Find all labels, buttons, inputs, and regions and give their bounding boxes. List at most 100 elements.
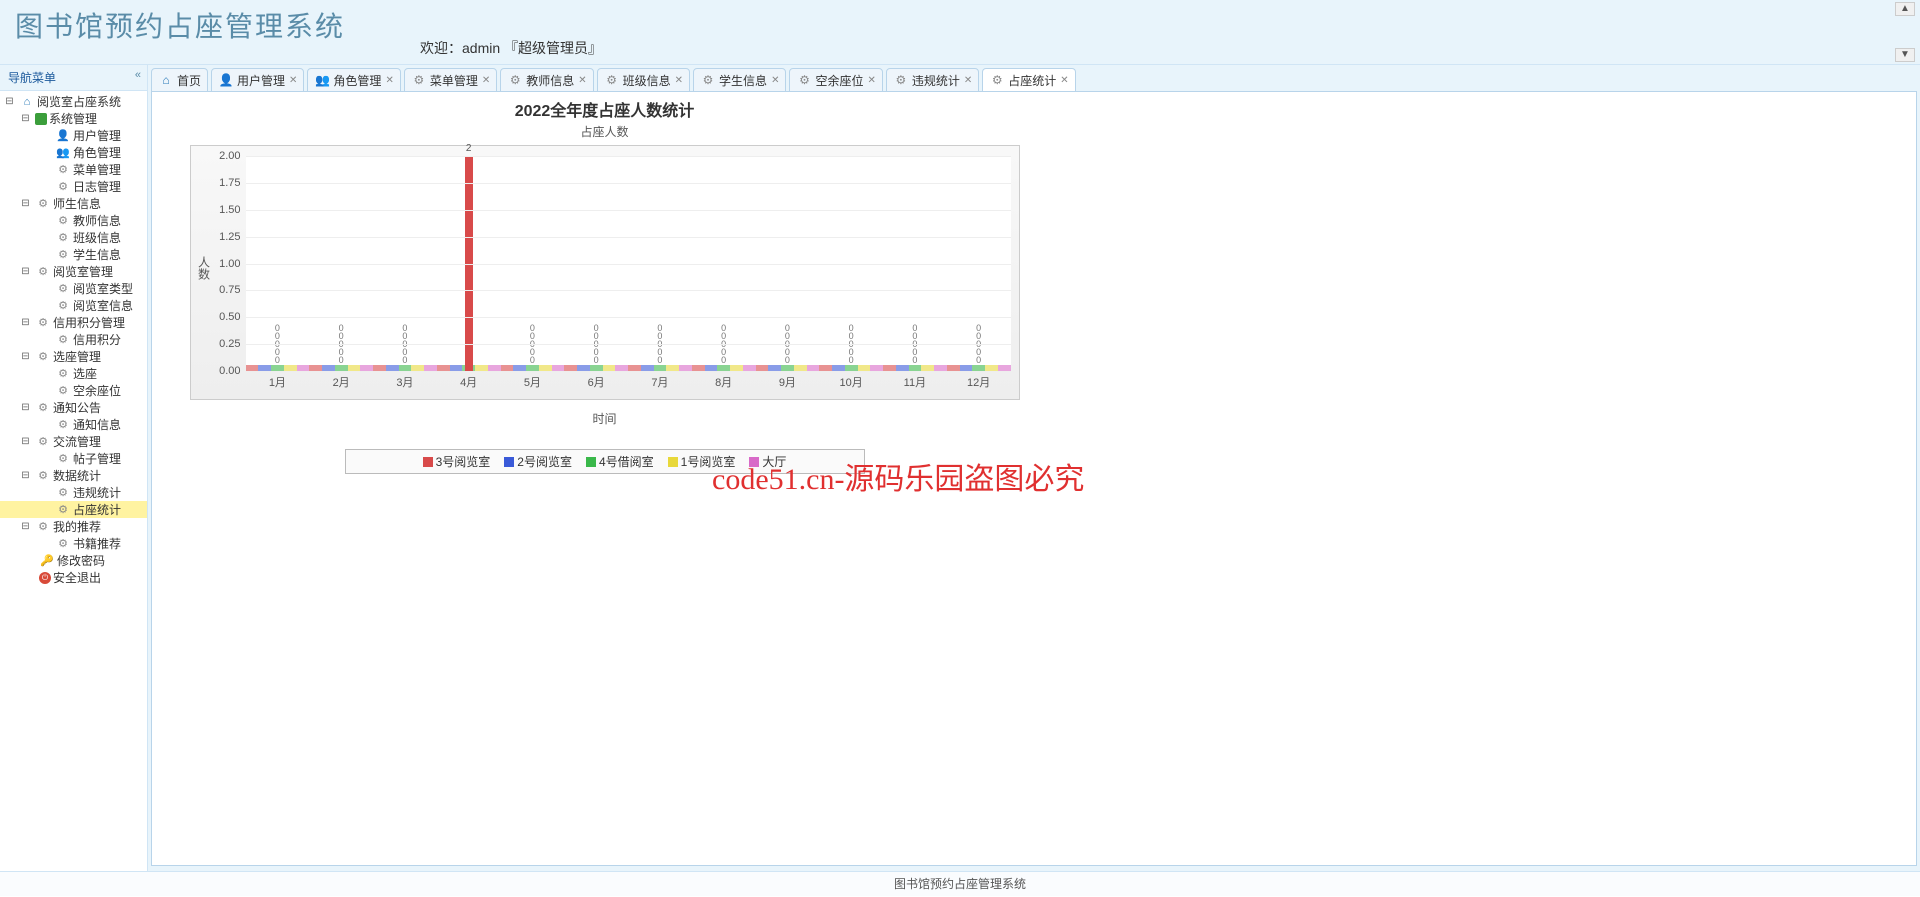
header-collapse-up-icon[interactable]: ▲ — [1895, 2, 1915, 16]
zero-label: 0 — [849, 323, 854, 333]
tree-group-3[interactable]: ⊟⚙信用积分管理 — [0, 314, 147, 331]
legend-item[interactable]: 4号借阅室 — [586, 453, 654, 470]
legend-item[interactable]: 2号阅览室 — [504, 453, 572, 470]
tree-item-3-0[interactable]: ⚙信用积分 — [0, 331, 147, 348]
legend-item[interactable]: 3号阅览室 — [423, 453, 491, 470]
tree-root[interactable]: ⊟⌂阅览室占座系统 — [0, 93, 147, 110]
gridline — [246, 371, 1011, 372]
tree-item-0-0[interactable]: 👤用户管理 — [0, 127, 147, 144]
tree-group-8[interactable]: ⊟⚙我的推荐 — [0, 518, 147, 535]
tree-group-7[interactable]: ⊟⚙数据统计 — [0, 467, 147, 484]
legend-label: 3号阅览室 — [436, 453, 491, 470]
tree-group-6[interactable]: ⊟⚙交流管理 — [0, 433, 147, 450]
close-icon[interactable]: ✕ — [1060, 75, 1068, 86]
tree-toggle-icon[interactable]: ⊟ — [18, 521, 33, 532]
tab-7[interactable]: ⚙空余座位✕ — [789, 68, 882, 92]
gear-icon: ⚙ — [35, 264, 51, 280]
tree-toggle-icon[interactable]: ⊟ — [18, 402, 33, 413]
tree-label: 安全退出 — [53, 569, 101, 586]
tree-item-0-3[interactable]: ⚙日志管理 — [0, 178, 147, 195]
tree-toggle-icon[interactable]: ⊟ — [18, 436, 33, 447]
tree-label: 交流管理 — [53, 433, 101, 450]
legend-swatch — [586, 457, 596, 467]
tab-4[interactable]: ⚙教师信息✕ — [500, 68, 593, 92]
gear-icon: ⚙ — [411, 72, 427, 88]
tree-item-1-0[interactable]: ⚙教师信息 — [0, 212, 147, 229]
tree-logout[interactable]: ⏻安全退出 — [0, 569, 147, 586]
zero-label: 0 — [275, 323, 280, 333]
close-icon[interactable]: ✕ — [964, 75, 972, 86]
tree-group-4[interactable]: ⊟⚙选座管理 — [0, 348, 147, 365]
tab-0[interactable]: ⌂首页 — [151, 68, 208, 92]
bar-value-label: 2 — [466, 143, 472, 154]
tree-toggle-icon[interactable]: ⊟ — [18, 198, 33, 209]
xtick-label: 6月 — [564, 374, 628, 390]
tree-label: 角色管理 — [73, 144, 121, 161]
tree-label: 阅览室占座系统 — [37, 93, 121, 110]
tree-group-2[interactable]: ⊟⚙阅览室管理 — [0, 263, 147, 280]
close-icon[interactable]: ✕ — [675, 75, 683, 86]
tab-8[interactable]: ⚙违规统计✕ — [886, 68, 979, 92]
tree-group-5[interactable]: ⊟⚙通知公告 — [0, 399, 147, 416]
tree-item-2-1[interactable]: ⚙阅览室信息 — [0, 297, 147, 314]
tab-label: 违规统计 — [912, 72, 960, 89]
tree-toggle-icon[interactable]: ⊟ — [18, 113, 33, 124]
tree-item-0-1[interactable]: 👥角色管理 — [0, 144, 147, 161]
tab-1[interactable]: 👤用户管理✕ — [211, 68, 304, 92]
tab-5[interactable]: ⚙班级信息✕ — [597, 68, 690, 92]
close-icon[interactable]: ✕ — [482, 75, 490, 86]
close-icon[interactable]: ✕ — [867, 75, 875, 86]
tree-item-4-1[interactable]: ⚙空余座位 — [0, 382, 147, 399]
chart-title: 2022全年度占座人数统计 — [162, 97, 1047, 121]
header-collapse-down-icon[interactable]: ▼ — [1895, 48, 1915, 62]
tree-item-1-2[interactable]: ⚙学生信息 — [0, 246, 147, 263]
tree-item-1-1[interactable]: ⚙班级信息 — [0, 229, 147, 246]
tab-9[interactable]: ⚙占座统计✕ — [982, 68, 1075, 92]
close-icon[interactable]: ✕ — [771, 75, 779, 86]
tree-toggle-icon[interactable]: ⊟ — [18, 266, 33, 277]
tab-label: 教师信息 — [526, 72, 574, 89]
tree-group-1[interactable]: ⊟⚙师生信息 — [0, 195, 147, 212]
tree-label: 数据统计 — [53, 467, 101, 484]
tree-item-7-1[interactable]: ⚙占座统计 — [0, 501, 147, 518]
tree-item-7-0[interactable]: ⚙违规统计 — [0, 484, 147, 501]
tree-item-0-2[interactable]: ⚙菜单管理 — [0, 161, 147, 178]
tab-2[interactable]: 👥角色管理✕ — [307, 68, 400, 92]
gear-icon: ⚙ — [55, 485, 71, 501]
tree-item-6-0[interactable]: ⚙帖子管理 — [0, 450, 147, 467]
gear-icon: ⚙ — [989, 72, 1005, 88]
chart-subtitle: 占座人数 — [162, 123, 1047, 140]
tree-label: 违规统计 — [73, 484, 121, 501]
tree-group-0[interactable]: ⊟系统管理 — [0, 110, 147, 127]
tab-6[interactable]: ⚙学生信息✕ — [693, 68, 786, 92]
chart-xlabel: 时间 — [162, 410, 1047, 427]
tab-3[interactable]: ⚙菜单管理✕ — [404, 68, 497, 92]
sidebar-title: 导航菜单 — [8, 71, 56, 85]
gear-icon: ⚙ — [55, 536, 71, 552]
tree-item-5-0[interactable]: ⚙通知信息 — [0, 416, 147, 433]
zero-label: 0 — [785, 323, 790, 333]
tree-label: 阅览室管理 — [53, 263, 113, 280]
tree-toggle-icon[interactable]: ⊟ — [18, 470, 33, 481]
role-icon: 👥 — [55, 145, 71, 161]
tree-toggle-icon[interactable]: ⊟ — [2, 96, 17, 107]
close-icon[interactable]: ✕ — [289, 75, 297, 86]
gridline — [246, 264, 1011, 265]
tree-toggle-icon[interactable]: ⊟ — [18, 317, 33, 328]
tree-item-2-0[interactable]: ⚙阅览室类型 — [0, 280, 147, 297]
zero-label: 0 — [721, 323, 726, 333]
tree-change-password[interactable]: 🔑修改密码 — [0, 552, 147, 569]
gear-icon: ⚙ — [35, 349, 51, 365]
ytick-label: 1.25 — [191, 231, 241, 243]
close-icon[interactable]: ✕ — [385, 75, 393, 86]
gear-icon: ⚙ — [55, 281, 71, 297]
close-icon[interactable]: ✕ — [578, 75, 586, 86]
tree-toggle-icon[interactable]: ⊟ — [18, 351, 33, 362]
gear-icon: ⚙ — [55, 332, 71, 348]
sidebar-collapse-icon[interactable]: « — [135, 69, 141, 81]
ytick-label: 1.00 — [191, 258, 241, 270]
tree-item-8-0[interactable]: ⚙书籍推荐 — [0, 535, 147, 552]
tree-label: 教师信息 — [73, 212, 121, 229]
tree-item-4-0[interactable]: ⚙选座 — [0, 365, 147, 382]
gridline — [246, 290, 1011, 291]
